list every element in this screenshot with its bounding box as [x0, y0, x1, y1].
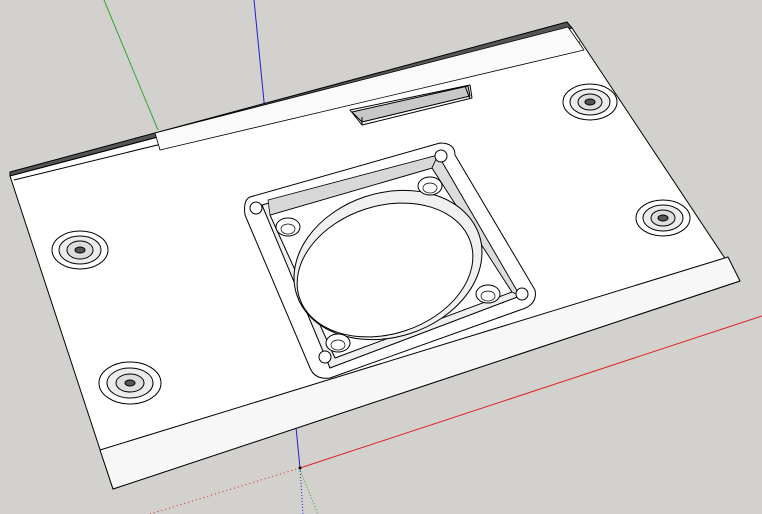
- sketchup-viewport[interactable]: [0, 0, 762, 514]
- blue-axis-dotted: [299, 467, 304, 514]
- countersunk-hole-2: [635, 199, 691, 237]
- green-axis: [103, 0, 159, 131]
- countersunk-hole-4: [98, 361, 162, 405]
- axis-origin: [298, 466, 302, 470]
- corner-hole-4: [318, 350, 332, 364]
- corner-hole-2: [434, 149, 448, 163]
- countersunk-hole-3: [51, 230, 109, 270]
- corner-hole-3: [515, 287, 529, 301]
- 3d-scene[interactable]: [0, 0, 762, 514]
- corner-hole-1: [249, 201, 263, 215]
- red-axis-dotted: [149, 467, 301, 514]
- mounting-plate[interactable]: [9, 21, 741, 490]
- countersunk-hole-1: [562, 83, 618, 121]
